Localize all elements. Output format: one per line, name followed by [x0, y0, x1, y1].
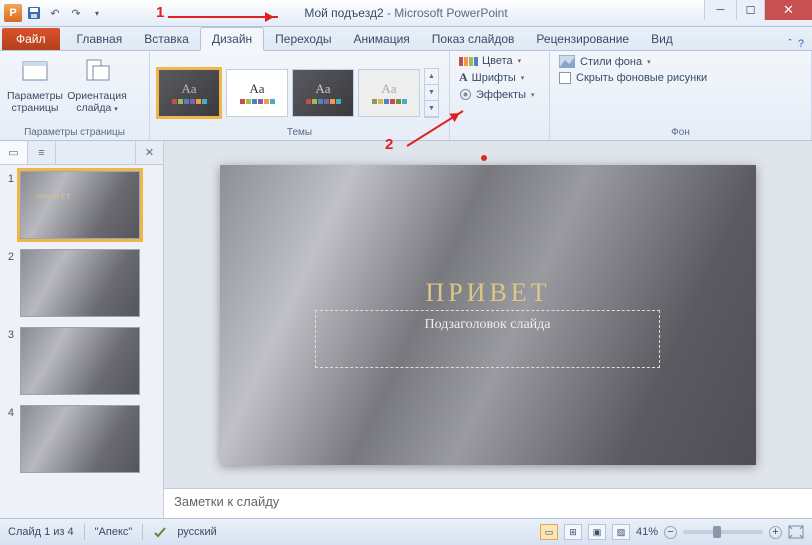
- group-label-page-setup: Параметры страницы: [6, 127, 143, 139]
- close-panel-icon[interactable]: ✕: [135, 141, 163, 164]
- close-button[interactable]: ✕: [764, 0, 812, 20]
- theme-thumb-4[interactable]: Aa: [358, 69, 420, 117]
- slide-thumbnail-list[interactable]: 1 ПРИВЕТ 2 3 4: [0, 165, 163, 518]
- gallery-up-icon[interactable]: ▲: [425, 69, 438, 85]
- group-label-themes: Темы: [156, 127, 443, 139]
- maximize-button[interactable]: ☐: [736, 0, 764, 20]
- zoom-slider[interactable]: [683, 530, 763, 534]
- zoom-out-button[interactable]: −: [664, 526, 677, 539]
- workspace: ▭ ≡ ✕ 1 ПРИВЕТ 2 3 4 ПР: [0, 141, 812, 518]
- status-bar: Слайд 1 из 4 "Апекс" русский ▭ ⊞ ▣ ▨ 41%…: [0, 518, 812, 545]
- slide-thumb-1[interactable]: ПРИВЕТ: [20, 171, 140, 239]
- slide-subtitle-text: Подзаголовок слайда: [425, 317, 551, 333]
- redo-icon[interactable]: ↷: [67, 4, 85, 22]
- fit-to-window-button[interactable]: [788, 525, 804, 539]
- background-styles-icon: [559, 55, 575, 68]
- slide-title-text[interactable]: ПРИВЕТ: [220, 278, 756, 308]
- theme-thumb-2[interactable]: Aa: [226, 69, 288, 117]
- slide-editor: ПРИВЕТ Подзаголовок слайда Заметки к сла…: [164, 141, 812, 518]
- undo-icon[interactable]: ↶: [46, 4, 64, 22]
- effects-button[interactable]: Эффекты▾: [456, 87, 538, 102]
- ribbon: Параметры страницы Ориентация слайда ▾ П…: [0, 51, 812, 141]
- slide-panel: ▭ ≡ ✕ 1 ПРИВЕТ 2 3 4: [0, 141, 164, 518]
- slide-canvas-area[interactable]: ПРИВЕТ Подзаголовок слайда: [164, 141, 812, 488]
- fonts-button[interactable]: A Шрифты▾: [456, 69, 538, 86]
- theme-thumb-3[interactable]: Aa: [292, 69, 354, 117]
- tab-slideshow[interactable]: Показ слайдов: [421, 28, 526, 50]
- thumb-number: 2: [4, 249, 14, 263]
- notes-pane[interactable]: Заметки к слайду: [164, 488, 812, 518]
- slides-tab-icon[interactable]: ▭: [0, 141, 28, 164]
- language-indicator[interactable]: русский: [177, 526, 216, 538]
- annotation-dot: [481, 155, 487, 161]
- colors-button[interactable]: Цвета▾: [456, 54, 538, 68]
- slide-thumb-3[interactable]: [20, 327, 140, 395]
- outline-tab-icon[interactable]: ≡: [28, 141, 56, 164]
- spellcheck-icon[interactable]: [153, 525, 167, 539]
- tab-animations[interactable]: Анимация: [342, 28, 420, 50]
- ribbon-tabs: Файл Главная Вставка Дизайн Переходы Ани…: [0, 27, 812, 51]
- minimize-button[interactable]: ─: [704, 0, 736, 20]
- help-icon[interactable]: ?: [798, 38, 804, 50]
- slide-thumb-2[interactable]: [20, 249, 140, 317]
- colors-icon: [459, 57, 478, 66]
- save-icon[interactable]: [25, 4, 43, 22]
- zoom-in-button[interactable]: +: [769, 526, 782, 539]
- annotation-arrow-1: [168, 16, 278, 18]
- theme-thumb-selected[interactable]: Aa: [156, 67, 222, 119]
- gallery-more-icon[interactable]: ▼: [425, 101, 438, 117]
- title-bar: P ↶ ↷ ▾ Мой подъезд2 - Microsoft PowerPo…: [0, 0, 812, 27]
- slide-subtitle-placeholder[interactable]: Подзаголовок слайда: [315, 310, 660, 368]
- group-label-format: [456, 127, 543, 139]
- window-controls: ─ ☐ ✕: [704, 0, 812, 20]
- tab-file[interactable]: Файл: [2, 28, 60, 50]
- slide-orientation-button[interactable]: Ориентация слайда ▾: [68, 54, 126, 114]
- normal-view-button[interactable]: ▭: [540, 524, 558, 540]
- tab-transitions[interactable]: Переходы: [264, 28, 342, 50]
- tab-design[interactable]: Дизайн: [200, 27, 264, 51]
- thumb-number: 3: [4, 327, 14, 341]
- hide-background-graphics-checkbox[interactable]: Скрыть фоновые рисунки: [556, 71, 710, 85]
- powerpoint-icon: P: [4, 4, 22, 22]
- thumb-number: 4: [4, 405, 14, 419]
- tab-insert[interactable]: Вставка: [133, 28, 200, 50]
- reading-view-button[interactable]: ▣: [588, 524, 606, 540]
- slide-canvas[interactable]: ПРИВЕТ Подзаголовок слайда: [220, 165, 756, 465]
- zoom-level[interactable]: 41%: [636, 526, 658, 538]
- group-label-background: Фон: [556, 127, 805, 139]
- tab-home[interactable]: Главная: [66, 28, 134, 50]
- minimize-ribbon-icon[interactable]: ˆ: [788, 38, 792, 50]
- slide-counter: Слайд 1 из 4: [8, 526, 74, 538]
- theme-name: "Апекс": [95, 526, 133, 538]
- fonts-icon: A: [459, 70, 468, 85]
- theme-gallery-scroll[interactable]: ▲ ▼ ▼: [424, 68, 439, 118]
- slide-thumb-4[interactable]: [20, 405, 140, 473]
- thumb-number: 1: [4, 171, 14, 185]
- sorter-view-button[interactable]: ⊞: [564, 524, 582, 540]
- quick-access-toolbar: P ↶ ↷ ▾: [0, 4, 106, 22]
- slideshow-view-button[interactable]: ▨: [612, 524, 630, 540]
- window-title: Мой подъезд2 - Microsoft PowerPoint: [304, 6, 507, 20]
- gallery-down-icon[interactable]: ▼: [425, 85, 438, 101]
- effects-icon: [459, 88, 472, 101]
- qat-dropdown-icon[interactable]: ▾: [88, 4, 106, 22]
- tab-view[interactable]: Вид: [640, 28, 684, 50]
- page-setup-button[interactable]: Параметры страницы: [6, 54, 64, 114]
- checkbox-icon: [559, 72, 571, 84]
- tab-review[interactable]: Рецензирование: [525, 28, 640, 50]
- background-styles-button[interactable]: Стили фона▾: [556, 54, 710, 69]
- theme-gallery[interactable]: Aa Aa Aa Aa ▲ ▼ ▼: [156, 67, 439, 119]
